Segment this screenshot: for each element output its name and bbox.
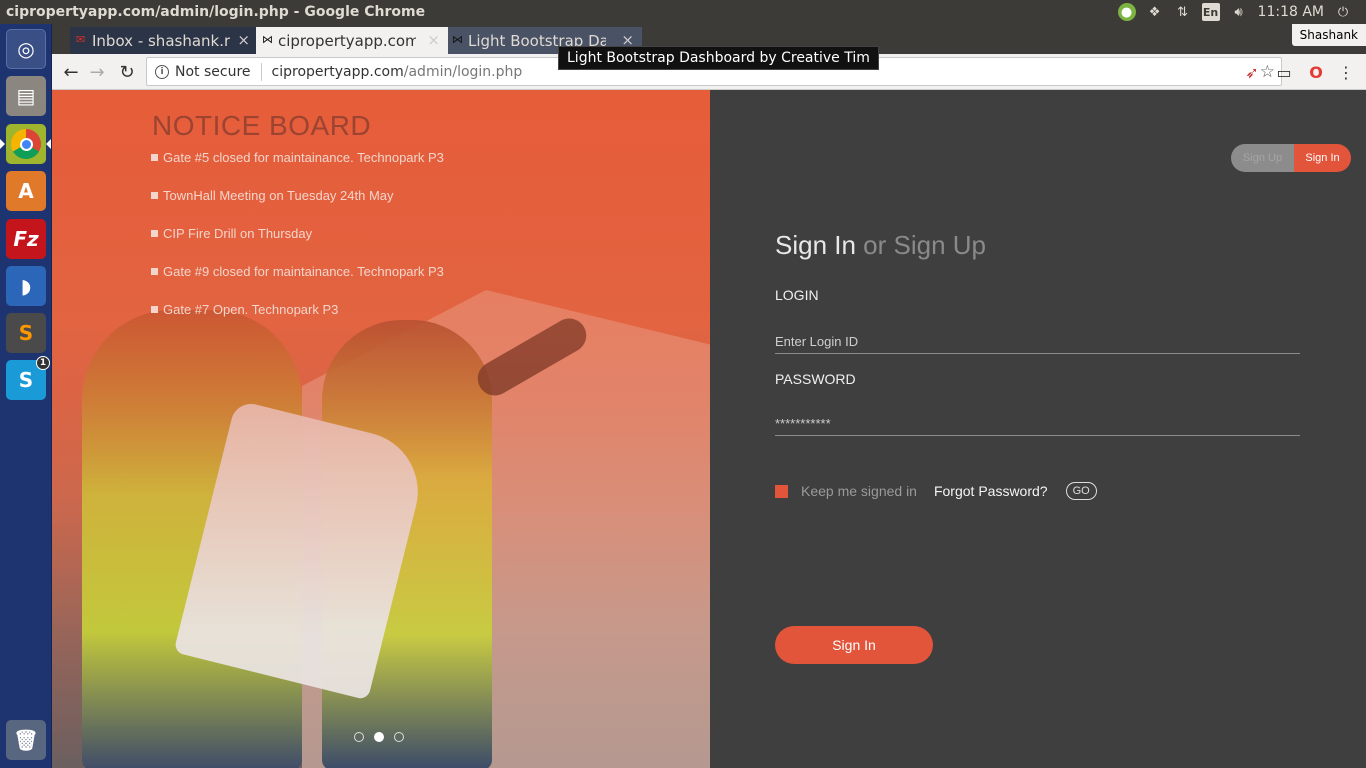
back-icon[interactable]: ←	[60, 61, 82, 83]
notice-item: Gate #7 Open. Technopark P3	[151, 302, 444, 340]
remember-row: Keep me signed in Forgot Password? GO	[775, 482, 1097, 500]
tab-cipropertyapp[interactable]: ⋈ cipropertyapp.com ×	[256, 27, 448, 54]
close-icon[interactable]: ×	[427, 31, 440, 49]
dash-icon[interactable]: ◎	[6, 29, 46, 69]
trash-icon[interactable]: 🗑︎	[6, 720, 46, 760]
notice-item: TownHall Meeting on Tuesday 24th May	[151, 188, 444, 226]
login-page: NOTICE BOARD Gate #5 closed for maintain…	[52, 90, 1366, 768]
dropbox-icon[interactable]: ❖	[1146, 3, 1164, 21]
bowtie-icon: ⋈	[452, 33, 463, 46]
filezilla-icon[interactable]: Fz	[6, 219, 46, 259]
tab-inbox[interactable]: ✉ Inbox - shashank.r@ ×	[70, 27, 258, 54]
auth-panel: Sign Up Sign In Sign In or Sign Up LOGIN…	[710, 90, 1366, 768]
close-icon[interactable]: ×	[237, 31, 250, 49]
carousel-indicators	[354, 732, 404, 742]
opera-icon[interactable]: O	[1306, 62, 1326, 82]
password-label: PASSWORD	[775, 371, 856, 387]
update-icon[interactable]: ●	[1117, 3, 1136, 21]
info-icon[interactable]: i	[155, 64, 169, 79]
notice-item: CIP Fire Drill on Thursday	[151, 226, 444, 264]
network-icon[interactable]: ⇅	[1174, 3, 1192, 21]
password-input[interactable]	[775, 412, 1300, 436]
clock[interactable]: 11:18 AM	[1258, 4, 1324, 20]
security-label: Not secure	[175, 63, 251, 80]
carousel-dot-active[interactable]	[374, 732, 384, 742]
volume-icon[interactable]: 🔊︎	[1230, 3, 1248, 21]
divider	[260, 62, 262, 81]
heading-signin: Sign In	[775, 230, 856, 260]
active-indicator	[0, 139, 5, 149]
window-title: cipropertyapp.com/admin/login.php - Goog…	[6, 4, 426, 20]
login-id-input[interactable]	[775, 330, 1300, 354]
skype-icon[interactable]: S1	[6, 356, 50, 400]
reload-icon[interactable]: ↻	[116, 61, 138, 83]
login-label: LOGIN	[775, 287, 819, 303]
dolphin-icon[interactable]: ◗	[6, 266, 46, 306]
notice-board-title: NOTICE BOARD	[152, 110, 372, 141]
focus-indicator	[46, 139, 51, 149]
tab-label: cipropertyapp.com	[278, 31, 416, 50]
extension-bird-icon[interactable]: ➶	[1242, 62, 1262, 82]
go-button[interactable]: GO	[1065, 482, 1097, 500]
extension-cast-icon[interactable]: ▭	[1274, 62, 1294, 82]
power-icon[interactable]: ⏻	[1334, 3, 1352, 21]
profile-chip[interactable]: Shashank	[1291, 24, 1366, 46]
heading-signup: or Sign Up	[855, 230, 987, 260]
launcher: ◎ ▤ A Fz ◗ S S1 🗑︎	[0, 24, 52, 768]
hero-carousel: NOTICE BOARD Gate #5 closed for maintain…	[52, 90, 710, 768]
chrome-icon[interactable]	[6, 124, 46, 164]
top-panel: cipropertyapp.com/admin/login.php - Goog…	[0, 0, 1366, 24]
carousel-dot[interactable]	[394, 732, 404, 742]
software-center-icon[interactable]: A	[6, 171, 46, 211]
sublime-text-icon[interactable]: S	[6, 313, 46, 353]
url-path: /admin/login.php	[403, 63, 523, 80]
tab-tooltip: Light Bootstrap Dashboard by Creative Ti…	[558, 46, 879, 70]
files-icon[interactable]: ▤	[6, 76, 46, 116]
notice-item: Gate #5 closed for maintainance. Technop…	[151, 150, 444, 188]
remember-checkbox[interactable]	[775, 484, 788, 498]
sign-in-button[interactable]: Sign In	[775, 626, 933, 664]
signin-toggle-button[interactable]: Sign In	[1294, 144, 1351, 172]
tab-label: Inbox - shashank.r@	[92, 31, 230, 50]
system-tray: ● ❖ ⇅ En 🔊︎ 11:18 AM ⏻	[1117, 0, 1366, 24]
notice-list: Gate #5 closed for maintainance. Technop…	[151, 150, 444, 340]
signup-toggle-button[interactable]: Sign Up	[1231, 144, 1294, 172]
url-host: cipropertyapp.com	[271, 63, 404, 80]
auth-heading: Sign In or Sign Up	[775, 230, 986, 261]
forward-icon[interactable]: →	[86, 61, 108, 83]
notice-item: Gate #9 closed for maintainance. Technop…	[151, 264, 444, 302]
bowtie-icon: ⋈	[262, 33, 273, 46]
carousel-dot[interactable]	[354, 732, 364, 742]
forgot-password-link[interactable]: Forgot Password?	[934, 483, 1048, 499]
bookmark-star-icon[interactable]: ☆	[1260, 62, 1275, 82]
keyboard-layout[interactable]: En	[1201, 3, 1220, 21]
remember-label[interactable]: Keep me signed in	[801, 483, 917, 499]
auth-toggle: Sign Up Sign In	[1231, 144, 1351, 172]
menu-icon[interactable]: ⋮	[1336, 62, 1356, 82]
gmail-icon: ✉	[76, 33, 86, 46]
